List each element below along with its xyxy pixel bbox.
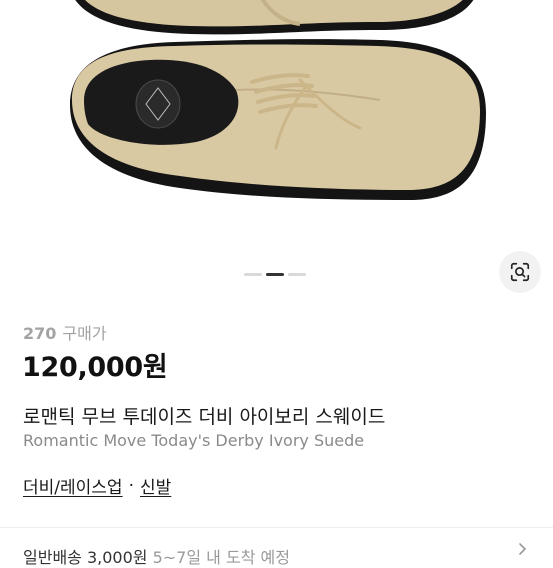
- price: 120,000원: [22, 352, 168, 383]
- category-link-derby[interactable]: 더비/레이스업: [23, 473, 123, 498]
- shoe-illustration: [70, 0, 486, 201]
- chevron-right-icon[interactable]: [515, 542, 529, 556]
- category-link-shoes[interactable]: 신발: [140, 473, 171, 498]
- divider: [0, 527, 553, 528]
- carousel-dot[interactable]: [288, 273, 306, 276]
- purchase-label: 구매가: [62, 324, 107, 343]
- image-search-button[interactable]: [499, 251, 541, 293]
- carousel-dot[interactable]: [244, 273, 262, 276]
- purchase-stats: 270 구매가: [23, 320, 107, 344]
- image-search-icon: [510, 262, 530, 282]
- shipping-row[interactable]: 일반배송 3,000원 5~7일 내 도착 예정: [23, 544, 290, 568]
- carousel-dot-active[interactable]: [266, 273, 284, 276]
- product-name-english: Romantic Move Today's Derby Ivory Suede: [23, 431, 365, 450]
- product-name-korean: 로맨틱 무브 투데이즈 더비 아이보리 스웨이드: [23, 406, 386, 428]
- shipping-label: 일반배송 3,000원: [23, 548, 148, 567]
- category-separator: ·: [128, 475, 134, 496]
- category-breadcrumb: 더비/레이스업 · 신발: [23, 473, 171, 499]
- product-image[interactable]: [0, 0, 553, 300]
- carousel-indicator: [244, 273, 306, 276]
- purchase-count: 270: [23, 324, 57, 343]
- shipping-eta: 5~7일 내 도착 예정: [152, 548, 290, 567]
